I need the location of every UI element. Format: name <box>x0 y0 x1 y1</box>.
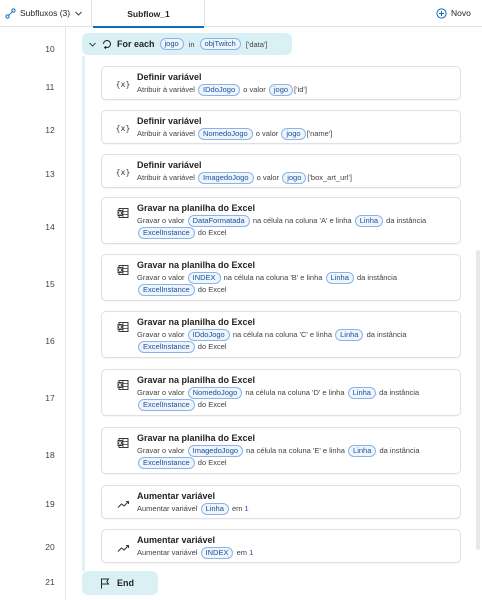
action-card-write-excel[interactable]: Gravar na planilha do Excel Gravar o val… <box>101 311 461 358</box>
line-number: 11 <box>45 82 55 92</box>
line-number: 20 <box>45 542 55 552</box>
action-card-set-variable[interactable]: {x} Definir variável Atribuir à variável… <box>101 154 461 188</box>
action-description: Aumentar variável INDEX em 1 <box>137 547 254 559</box>
line-number-gutter: 10 11 12 13 14 15 16 17 18 19 20 21 <box>0 27 66 600</box>
excel-write-icon <box>116 263 130 277</box>
action-card-write-excel[interactable]: Gravar na planilha do Excel Gravar o val… <box>101 254 461 301</box>
action-title: Gravar na planilha do Excel <box>137 260 256 270</box>
line-number: 13 <box>45 169 55 179</box>
variable-token: ImagedoJogo <box>198 172 254 184</box>
variable-token: jogo <box>268 84 294 96</box>
action-description: Aumentar variável Linha em 1 <box>137 503 249 515</box>
action-card-increase-variable[interactable]: Aumentar variável Aumentar variável Linh… <box>101 485 461 519</box>
subflow-icon <box>5 7 16 19</box>
line-number: 16 <box>45 336 55 346</box>
action-title: Aumentar variável <box>137 535 216 545</box>
new-label: Novo <box>451 8 471 18</box>
foreach-variable-token: jogo <box>159 38 184 50</box>
subflows-dropdown[interactable]: Subfluxos (3) <box>0 0 92 26</box>
variable-token: ExcelInstance <box>138 399 195 411</box>
excel-write-icon <box>116 436 130 450</box>
action-card-increase-variable[interactable]: Aumentar variável Aumentar variável INDE… <box>101 529 461 563</box>
variable-token: jogo <box>282 172 307 184</box>
variable-token: jogo <box>281 128 306 140</box>
flag-icon <box>101 578 110 588</box>
line-number: 18 <box>45 450 55 460</box>
excel-write-icon <box>116 378 130 392</box>
action-description: Gravar o valor IDdoJogo na célula na col… <box>137 329 407 353</box>
chevron-down-icon[interactable] <box>88 40 97 49</box>
variable-token: NomedoJogo <box>198 128 253 140</box>
action-card-write-excel[interactable]: Gravar na planilha do Excel Gravar o val… <box>101 197 461 244</box>
variable-token: ExcelInstance <box>138 341 195 353</box>
end-keyword: End <box>117 578 134 588</box>
variable-token: INDEX <box>187 272 221 284</box>
variable-token: Linha <box>335 329 364 341</box>
set-variable-icon: {x} <box>115 123 131 133</box>
vertical-scrollbar[interactable] <box>476 250 480 550</box>
action-title: Aumentar variável <box>137 491 216 501</box>
foreach-keyword: For each <box>117 39 155 49</box>
variable-token: DataFormatada <box>187 215 250 227</box>
variable-token: NomedoJogo <box>187 387 243 399</box>
action-title: Definir variável <box>137 116 202 126</box>
line-number: 17 <box>45 393 55 403</box>
tab-bar: Subfluxos (3) Subflow_1 Novo <box>0 0 482 28</box>
action-title: Definir variável <box>137 160 202 170</box>
variable-token: Linha <box>354 215 384 227</box>
action-description: Gravar o valor ImagedoJogo na célula na … <box>137 445 420 469</box>
loop-guide <box>82 56 85 571</box>
variable-token: ExcelInstance <box>138 284 195 296</box>
variable-token: ExcelInstance <box>138 227 195 239</box>
line-number: 12 <box>45 125 55 135</box>
subflows-label: Subfluxos (3) <box>20 8 71 18</box>
increase-variable-icon <box>116 497 130 511</box>
add-circle-icon <box>436 7 447 19</box>
action-description: Gravar o valor NomedoJogo na célula na c… <box>137 387 420 411</box>
action-title: Gravar na planilha do Excel <box>137 375 256 385</box>
variable-token: IDdoJogo <box>198 84 241 96</box>
line-number: 19 <box>45 499 55 509</box>
line-number: 14 <box>45 222 55 232</box>
tab-label: Subflow_1 <box>127 8 170 19</box>
variable-token: Linha <box>325 272 354 284</box>
chevron-down-icon <box>75 11 82 16</box>
tab-subflow-1[interactable]: Subflow_1 <box>93 0 205 28</box>
action-description: Gravar o valor DataFormatada na célula n… <box>137 215 427 239</box>
variable-token: Linha <box>347 387 376 399</box>
foreach-source-token: objTwitch <box>199 38 241 50</box>
action-card-write-excel[interactable]: Gravar na planilha do Excel Gravar o val… <box>101 369 461 416</box>
action-description: Atribuir à variável NomedoJogo o valor j… <box>137 128 333 140</box>
end-block[interactable]: End <box>82 571 158 595</box>
variable-token: IDdoJogo <box>187 329 230 341</box>
action-title: Definir variável <box>137 72 202 82</box>
loop-icon <box>103 40 111 50</box>
action-title: Gravar na planilha do Excel <box>137 317 256 327</box>
action-card-write-excel[interactable]: Gravar na planilha do Excel Gravar o val… <box>101 427 461 474</box>
variable-token: Linha <box>348 445 377 457</box>
foreach-block[interactable]: For each jogo in objTwitch ['data'] <box>82 33 292 55</box>
variable-token: INDEX <box>200 547 234 559</box>
variable-token: Linha <box>200 503 229 515</box>
line-number: 15 <box>45 279 55 289</box>
action-card-set-variable[interactable]: {x} Definir variável Atribuir à variável… <box>101 66 461 100</box>
action-title: Gravar na planilha do Excel <box>137 203 256 213</box>
action-description: Gravar o valor INDEX na célula na coluna… <box>137 272 397 296</box>
action-title: Gravar na planilha do Excel <box>137 433 256 443</box>
action-card-set-variable[interactable]: {x} Definir variável Atribuir à variável… <box>101 110 461 144</box>
variable-token: ImagedoJogo <box>187 445 244 457</box>
excel-write-icon <box>116 206 130 220</box>
increase-variable-icon <box>116 541 130 555</box>
set-variable-icon: {x} <box>115 167 131 177</box>
new-subflow-button[interactable]: Novo <box>430 0 482 26</box>
variable-token: ExcelInstance <box>138 457 195 469</box>
set-variable-icon: {x} <box>115 79 131 89</box>
excel-write-icon <box>116 320 130 334</box>
foreach-suffix: ['data'] <box>245 39 268 49</box>
action-description: Atribuir à variável ImagedoJogo o valor … <box>137 172 352 184</box>
action-description: Atribuir à variável IDdoJogo o valor jog… <box>137 84 307 96</box>
in-text: in <box>188 39 195 49</box>
